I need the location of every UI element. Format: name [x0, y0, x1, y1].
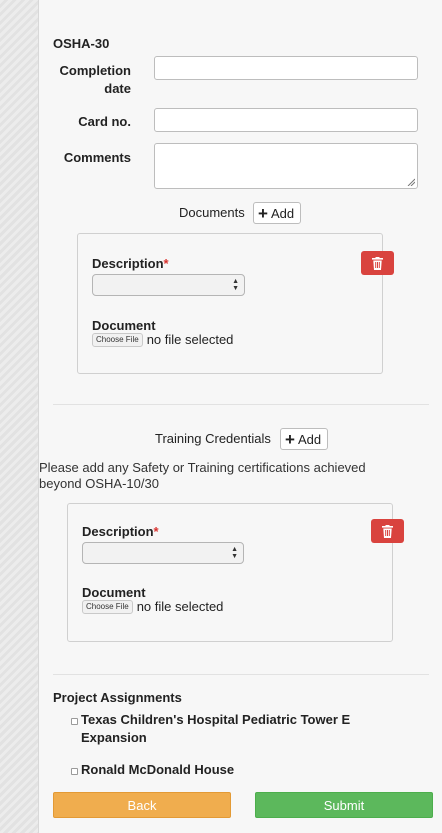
project-checkbox[interactable]: [71, 718, 78, 725]
project-checkbox[interactable]: [71, 768, 78, 775]
project-label: Texas Children's Hospital Pediatric Towe…: [81, 712, 351, 745]
training-description-select[interactable]: ▲ ▼: [82, 542, 244, 564]
section-divider: [53, 404, 429, 405]
back-button[interactable]: Back: [53, 792, 231, 818]
project-assignments-heading: Project Assignments: [53, 690, 182, 705]
document-file-picker: Choose File no file selected: [92, 332, 233, 347]
select-arrows-icon: ▲ ▼: [232, 278, 239, 292]
form-panel: OSHA-30 Completion date Card no. Comment…: [38, 0, 442, 833]
choose-file-button[interactable]: Choose File: [92, 332, 143, 347]
trash-icon: [382, 524, 393, 538]
plus-icon: +: [285, 429, 295, 449]
select-arrows-icon: ▲ ▼: [231, 546, 238, 560]
training-credentials-label: Training Credentials: [155, 431, 271, 446]
documents-label: Documents: [179, 205, 245, 220]
completion-date-label: Completion date: [59, 63, 132, 96]
required-mark: *: [153, 524, 159, 539]
card-number-label: Card no.: [78, 114, 131, 129]
project-label: Ronald McDonald House: [81, 762, 235, 777]
page-background-strip: [0, 0, 38, 833]
file-status-text: no file selected: [146, 332, 234, 347]
document-file-label: Document: [92, 318, 156, 333]
add-document-button[interactable]: + Add: [253, 202, 302, 224]
document-card: Description* ▲ ▼ Document Choose File no …: [77, 233, 394, 374]
resize-grip-icon[interactable]: [407, 178, 415, 186]
delete-training-button[interactable]: [371, 519, 404, 543]
add-training-button[interactable]: + Add: [280, 428, 329, 450]
project-item[interactable]: Texas Children's Hospital Pediatric Towe…: [71, 711, 371, 747]
project-item[interactable]: Ronald McDonald House: [71, 761, 234, 779]
section-divider: [53, 674, 429, 675]
training-card: Description* ▲ ▼ Document Choose File no …: [67, 503, 404, 642]
document-description-select[interactable]: ▲ ▼: [92, 274, 245, 296]
osha-heading: OSHA-30: [53, 36, 110, 51]
submit-button[interactable]: Submit: [255, 792, 433, 818]
trash-icon: [372, 256, 383, 270]
completion-date-input[interactable]: [154, 56, 418, 80]
training-description-label: Description*: [82, 524, 159, 539]
document-description-label: Description*: [92, 256, 169, 271]
file-status-text: no file selected: [136, 599, 224, 614]
card-number-input[interactable]: [154, 108, 418, 132]
training-help-text: Please add any Safety or Training certif…: [39, 460, 366, 491]
add-training-label: Add: [297, 431, 322, 447]
training-file-picker: Choose File no file selected: [82, 599, 223, 614]
comments-label: Comments: [63, 150, 131, 165]
choose-file-button[interactable]: Choose File: [82, 599, 133, 614]
training-file-label: Document: [82, 585, 146, 600]
required-mark: *: [163, 256, 169, 271]
delete-document-button[interactable]: [361, 251, 394, 275]
add-document-label: Add: [270, 205, 295, 221]
comments-textarea[interactable]: [154, 143, 418, 189]
plus-icon: +: [258, 203, 268, 223]
